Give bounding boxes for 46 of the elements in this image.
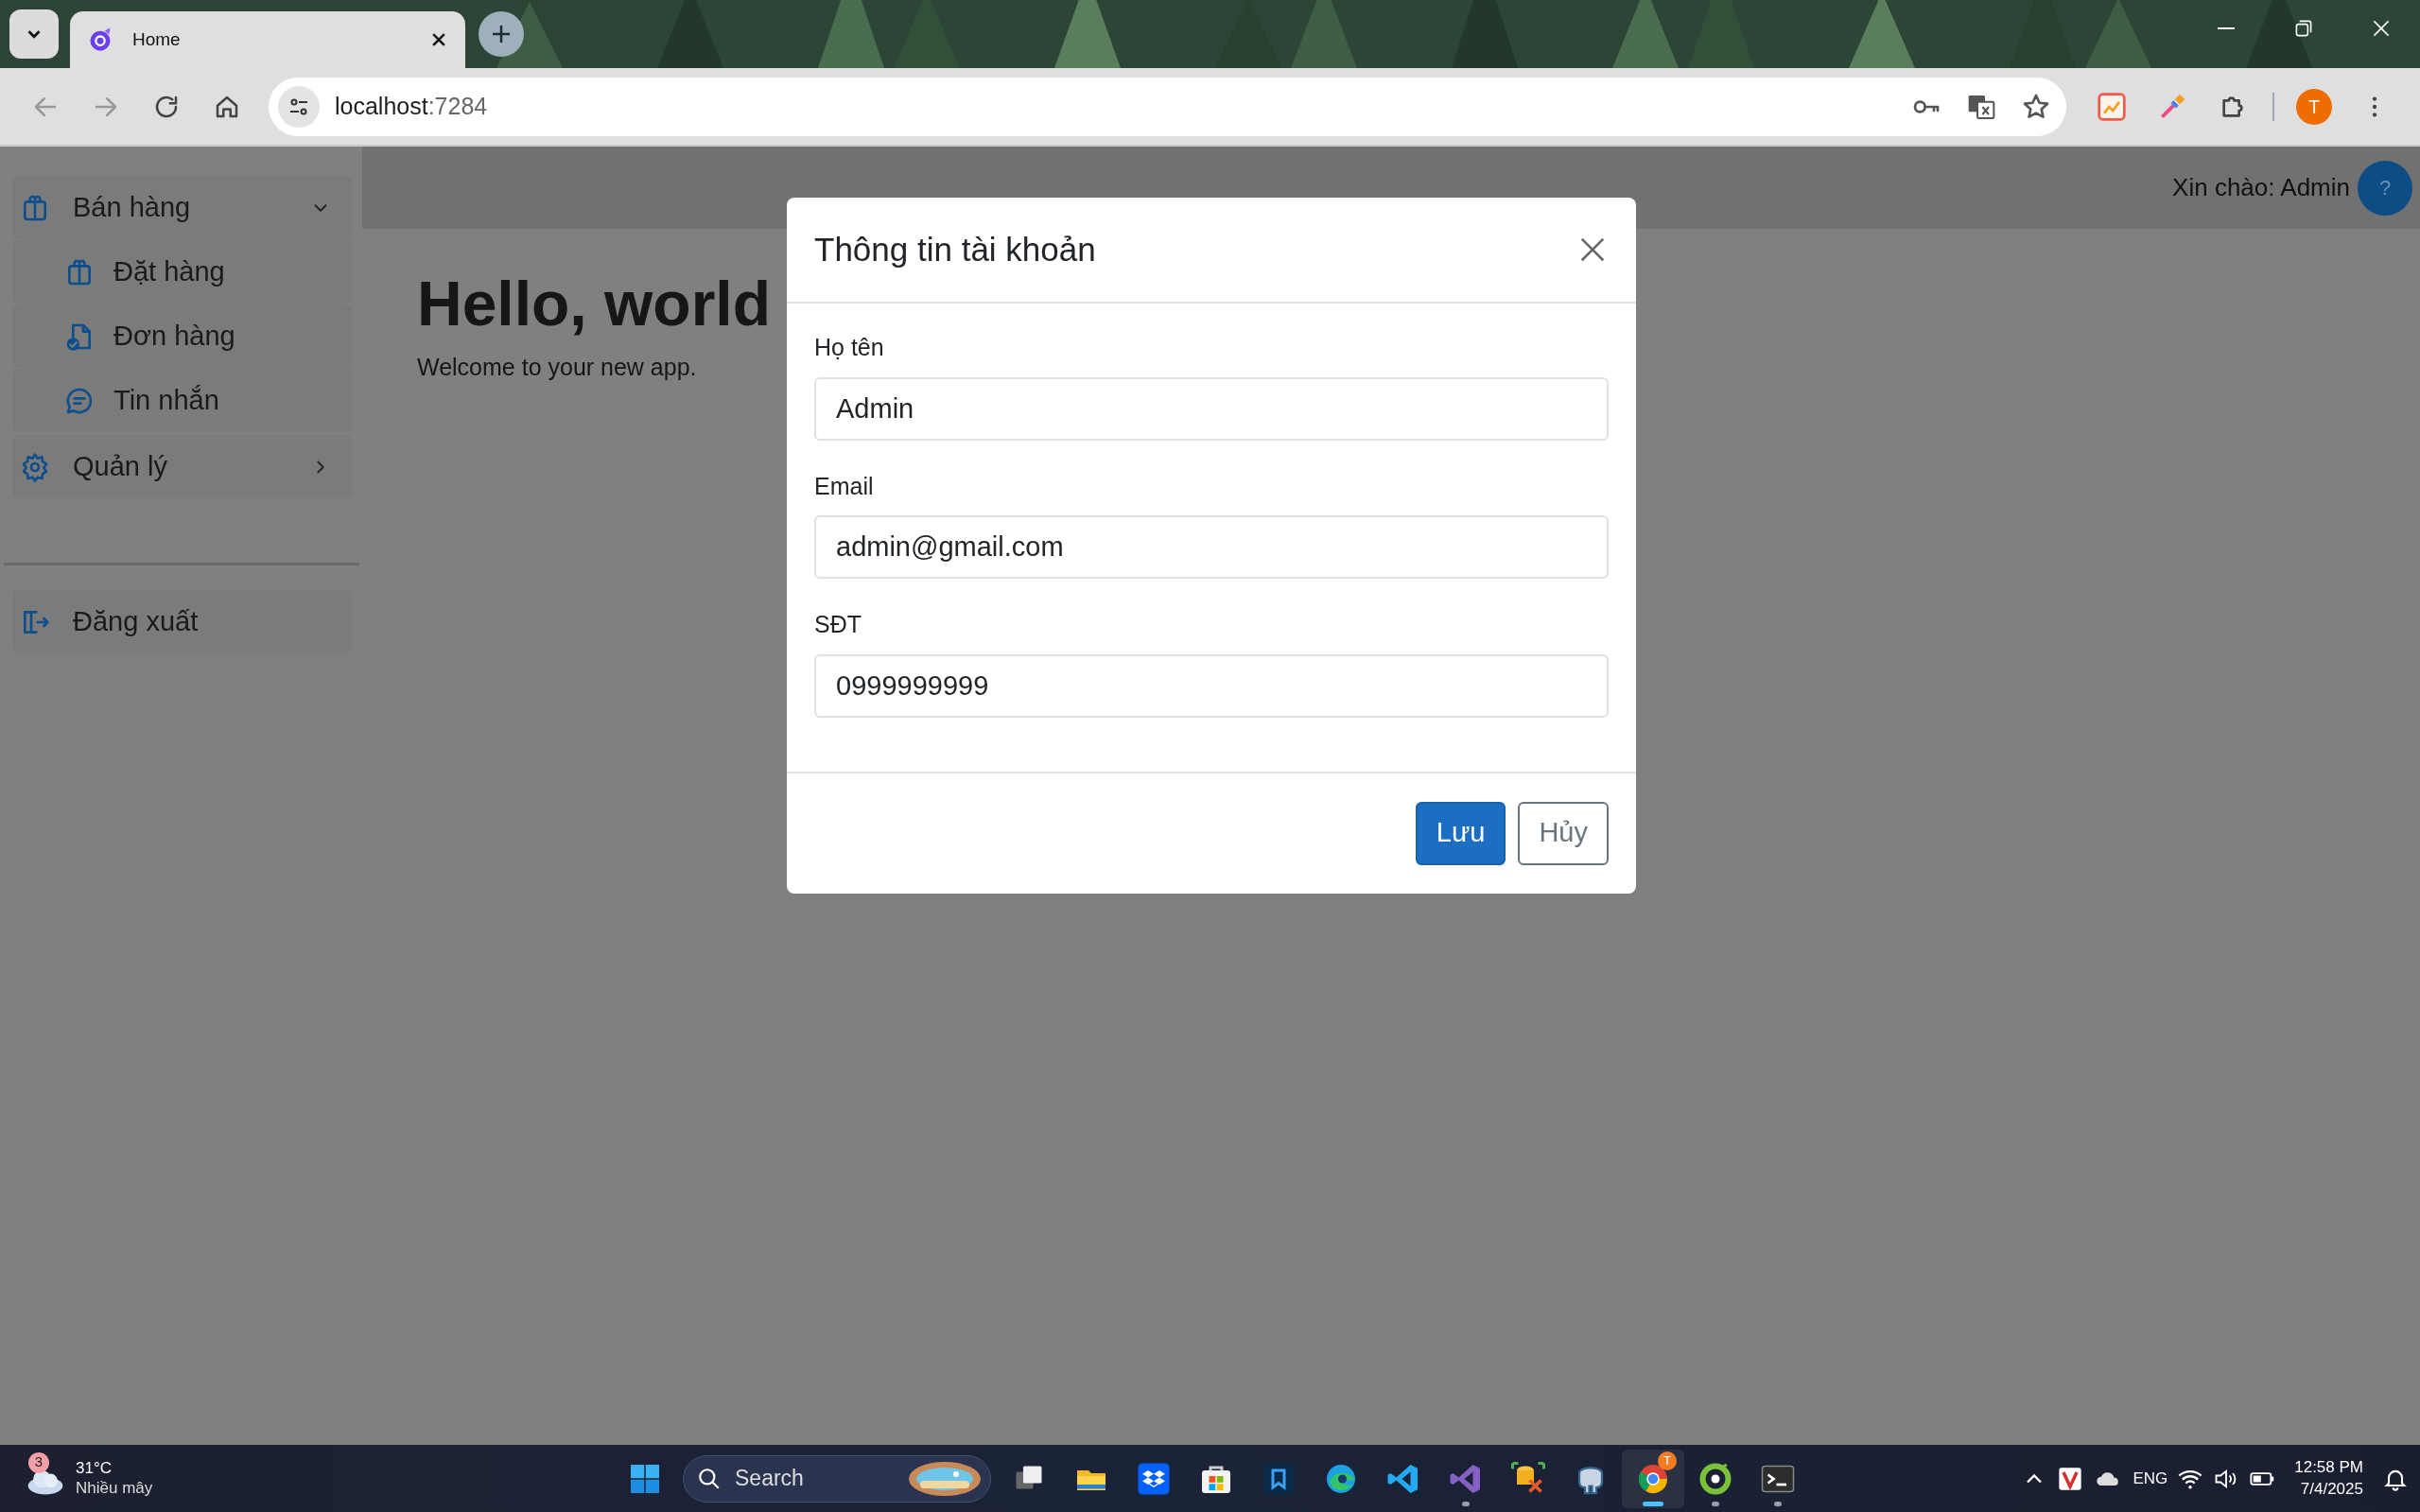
v-app-icon[interactable] <box>2057 1465 2084 1492</box>
profile-avatar[interactable]: T <box>2296 88 2332 125</box>
chart-icon <box>2097 91 2127 122</box>
browser-tab[interactable]: Home <box>70 11 465 68</box>
sidebar-item[interactable]: Bán hàng <box>12 176 352 239</box>
address-bar[interactable]: localhost:7284 <box>269 77 2066 136</box>
language-indicator[interactable]: ENG <box>2133 1466 2168 1491</box>
plus-icon <box>490 23 513 45</box>
input-field[interactable]: Admin <box>814 376 1609 441</box>
tab-list-button[interactable] <box>9 9 59 59</box>
clock-time: 12:58 PM <box>2294 1457 2363 1479</box>
box-icon <box>1137 1461 1171 1496</box>
notification-badge: T <box>1658 1451 1677 1470</box>
notification-badge: 3 <box>28 1451 49 1473</box>
field-label: Email <box>814 471 875 501</box>
sidebar-subitem[interactable]: Đơn hàng <box>12 304 352 368</box>
sidebar-subitem[interactable]: Tin nhắn <box>12 369 352 432</box>
help-button[interactable]: ? <box>2358 160 2412 216</box>
cancel-button[interactable]: Hủy <box>1518 801 1609 865</box>
dialog-title: Thông tin tài khoản <box>814 230 1097 269</box>
taskbar-search-bar[interactable]: Search <box>683 1454 991 1503</box>
input-field[interactable]: 0999999999 <box>814 653 1609 718</box>
greeting-text: Xin chào: Admin <box>2172 172 2350 203</box>
url-text: localhost:7284 <box>335 91 489 121</box>
sidebar-subitem[interactable]: Đặt hàng <box>12 240 352 304</box>
search-field[interactable]: Search <box>733 1461 884 1496</box>
bookmark-icon <box>1262 1461 1296 1496</box>
input-field[interactable]: admin@gmail.com <box>814 515 1609 579</box>
gear-icon <box>20 451 50 482</box>
field-label: Họ tên <box>814 333 885 362</box>
page-heading: Hello, world <box>417 269 773 339</box>
minimize-icon <box>2218 27 2235 29</box>
clock-date: 7/4/2025 <box>2299 1478 2363 1500</box>
cave-illustration-icon <box>907 1459 983 1498</box>
sidebar-item[interactable]: Quản lý <box>12 435 352 498</box>
close-icon <box>1578 235 1607 264</box>
site-info-button[interactable] <box>278 85 320 128</box>
temperature-text: 31°C <box>76 1459 113 1479</box>
field-label: SĐT <box>814 610 862 639</box>
ring-icon <box>1698 1461 1732 1496</box>
search-icon <box>697 1466 722 1491</box>
tab-title: Home <box>132 27 182 51</box>
weather-text: Nhiều mây <box>76 1478 153 1498</box>
save-button[interactable]: Lưu <box>1415 801 1506 865</box>
sidebar-item[interactable]: Đăng xuất <box>12 590 352 653</box>
browser-taskbar-button[interactable]: T <box>1622 1449 1684 1508</box>
